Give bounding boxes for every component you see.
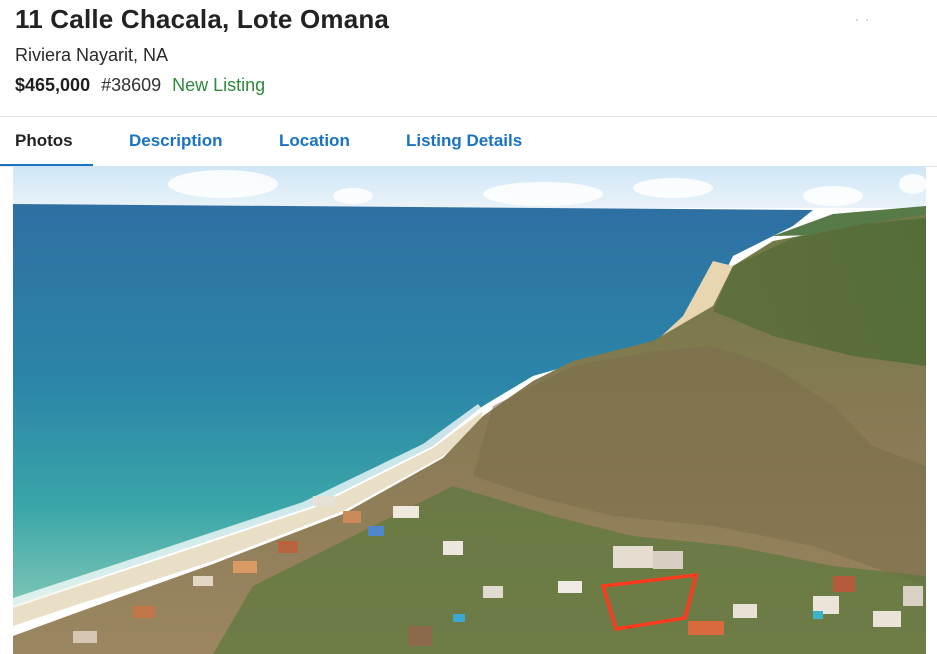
tab-description[interactable]: Description [129, 117, 223, 165]
listing-photo[interactable] [13, 166, 926, 654]
tab-location[interactable]: Location [279, 117, 350, 165]
tab-bar: Photos Description Location Listing Deta… [0, 116, 937, 167]
listing-location: Riviera Nayarit, NA [15, 45, 169, 65]
mls-number: #38609 [101, 75, 162, 95]
tab-photos[interactable]: Photos [0, 117, 93, 166]
listing-price: $465,000 [15, 75, 91, 95]
tab-listing-details[interactable]: Listing Details [406, 117, 522, 165]
sky [13, 166, 926, 208]
listing-header: 11 Calle Chacala, Lote Omana Riviera Nay… [0, 0, 937, 116]
status-badge: New Listing [172, 75, 266, 95]
listing-title: 11 Calle Chacala, Lote Omana [15, 4, 390, 34]
price-row: $465,000 #38609 New Listing [15, 75, 265, 96]
more-options-icon[interactable]: ·· [855, 12, 875, 26]
